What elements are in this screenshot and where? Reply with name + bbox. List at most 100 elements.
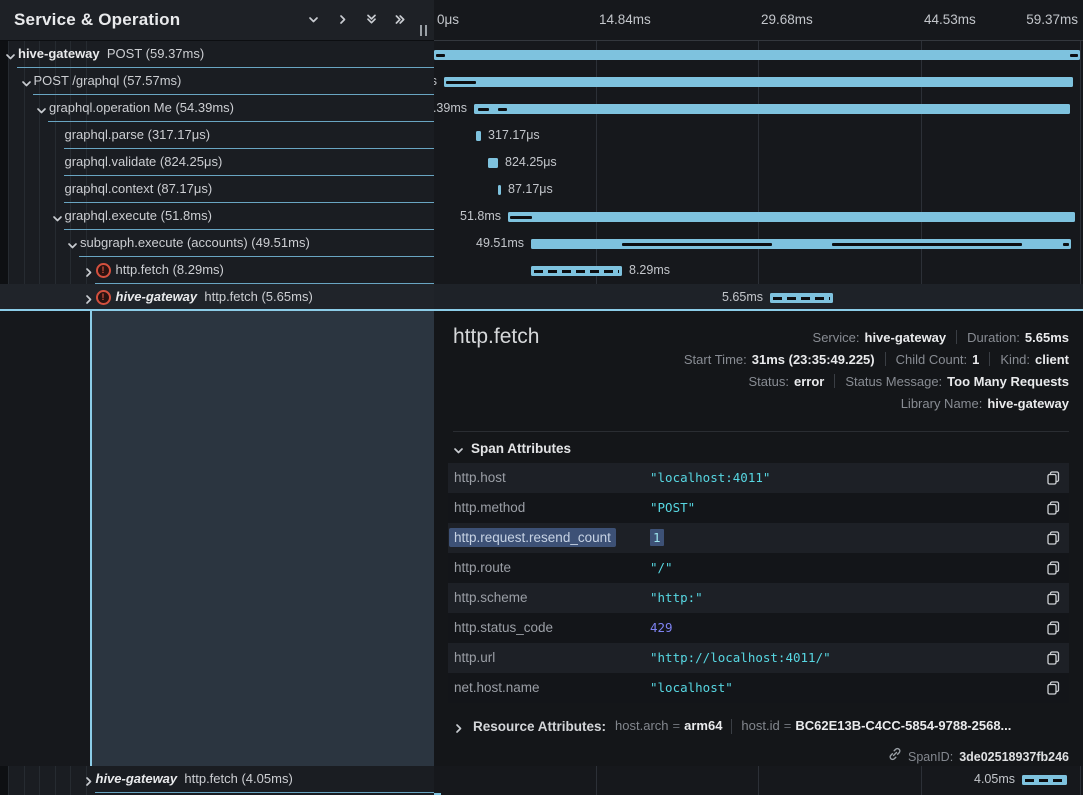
chevron-down-icon: [453, 443, 464, 454]
span-bar[interactable]: [434, 50, 1080, 60]
meta-item: Duration: 5.65ms: [967, 330, 1069, 345]
meta-item: Library Name:hive-gateway: [901, 396, 1069, 411]
span-tree-row[interactable]: subgraph.execute (accounts) (49.51ms): [0, 230, 434, 257]
attribute-row[interactable]: http.url"http://localhost:4011/": [448, 643, 1069, 673]
copy-icon[interactable]: [1047, 591, 1060, 605]
meta-item: Start Time:31ms (23:35:49.225): [684, 352, 875, 367]
span-bar[interactable]: [1022, 775, 1067, 785]
chevron-down-icon[interactable]: [67, 238, 78, 249]
attribute-row[interactable]: http.scheme"http:": [448, 583, 1069, 613]
copy-icon[interactable]: [1047, 531, 1060, 545]
span-duration-label: 5.65ms: [722, 290, 763, 304]
span-duration-label: 54.39ms: [434, 101, 467, 115]
span-attributes-toggle[interactable]: Span Attributes: [453, 441, 571, 456]
chevron-down-icon[interactable]: [36, 103, 47, 114]
span-tree-row[interactable]: POST /graphql (57.57ms): [0, 68, 434, 95]
meta-value: hive-gateway: [987, 396, 1069, 411]
span-bar[interactable]: [474, 104, 1070, 114]
attribute-key: http.route: [454, 560, 511, 575]
child-span-marker: [436, 54, 445, 57]
span-bar[interactable]: [531, 266, 622, 276]
span-bar[interactable]: [476, 131, 481, 141]
attribute-row[interactable]: http.status_code429: [448, 613, 1069, 643]
attribute-row[interactable]: http.host"localhost:4011": [448, 463, 1069, 493]
meta-value: error: [794, 374, 824, 389]
separator: [453, 431, 1069, 432]
copy-icon[interactable]: [1047, 621, 1060, 635]
span-tree-row[interactable]: hive-gateway http.fetch (4.05ms): [0, 766, 434, 793]
timeline-row[interactable]: 51.8ms: [434, 203, 1083, 230]
span-tree-row[interactable]: !http.fetch (8.29ms): [0, 257, 434, 284]
timeline-row[interactable]: 54.39ms: [434, 95, 1083, 122]
copy-icon[interactable]: [1047, 501, 1060, 515]
meta-label: Duration:: [967, 330, 1020, 345]
error-icon: !: [96, 290, 111, 305]
span-tree-row[interactable]: !hive-gateway http.fetch (5.65ms): [0, 284, 434, 311]
copy-icon[interactable]: [1047, 651, 1060, 665]
child-span-marker: [622, 243, 772, 246]
chevron-right-icon[interactable]: [83, 292, 94, 303]
span-meta-line: Status:errorStatus Message:Too Many Requ…: [749, 372, 1070, 390]
span-id-value: 3de02518937fb246: [959, 750, 1069, 764]
equals-sign: =: [673, 718, 681, 733]
timeline-row[interactable]: 49.51ms: [434, 230, 1083, 257]
chevron-down-icon[interactable]: [5, 49, 16, 60]
timeline-row[interactable]: 824.25μs: [434, 149, 1083, 176]
span-tree-row[interactable]: graphql.validate (824.25μs): [0, 149, 434, 176]
resource-attributes-header: Resource Attributes:: [473, 719, 606, 734]
resource-key: host.id: [741, 718, 779, 733]
timeline-row[interactable]: 5.65ms: [434, 284, 1083, 311]
link-icon[interactable]: [888, 747, 902, 766]
copy-icon[interactable]: [1047, 471, 1060, 485]
span-tree-row[interactable]: graphql.operation Me (54.39ms): [0, 95, 434, 122]
span-row-label: graphql.context (87.17μs): [65, 181, 213, 196]
child-span-marker: [1063, 243, 1069, 246]
resource-key: host.arch: [615, 718, 668, 733]
meta-divider: [989, 352, 990, 366]
copy-icon[interactable]: [1047, 561, 1060, 575]
timeline-row[interactable]: 57.57ms: [434, 68, 1083, 95]
timeline-row[interactable]: 4.05ms: [434, 766, 1083, 793]
operation-duration: http.fetch (8.29ms): [116, 262, 224, 277]
span-bar[interactable]: [498, 185, 501, 195]
attribute-row[interactable]: http.request.resend_count1: [448, 523, 1069, 553]
double-chevron-down-icon[interactable]: [366, 14, 382, 28]
attribute-row[interactable]: http.method"POST": [448, 493, 1069, 523]
span-bar[interactable]: [770, 293, 833, 303]
child-span-marker: [832, 243, 1022, 246]
chevron-down-icon[interactable]: [52, 211, 63, 222]
span-bar[interactable]: [508, 212, 1075, 222]
meta-item: Child Count:1: [896, 352, 980, 367]
span-bar[interactable]: [444, 77, 1073, 87]
span-tree-row[interactable]: graphql.execute (51.8ms): [0, 203, 434, 230]
meta-label: Status Message:: [845, 374, 942, 389]
trace-viewer: 0μs14.84ms29.68ms44.53ms59.37ms 59.37ms5…: [0, 0, 1083, 795]
span-tree-row[interactable]: hive-gateway POST (59.37ms): [0, 41, 434, 68]
tree-lower-background: [0, 311, 90, 766]
chevron-right-icon[interactable]: [83, 774, 94, 785]
operation-duration: POST /graphql (57.57ms): [34, 73, 182, 88]
timeline-row[interactable]: 59.37ms: [434, 41, 1083, 68]
chevron-down-icon[interactable]: [308, 14, 324, 28]
chevron-right-icon[interactable]: [83, 265, 94, 276]
double-chevron-right-icon[interactable]: [395, 14, 411, 28]
span-row-label: graphql.operation Me (54.39ms): [49, 100, 234, 115]
timeline-row[interactable]: 317.17μs: [434, 122, 1083, 149]
attribute-row[interactable]: http.route"/": [448, 553, 1069, 583]
span-tree-row[interactable]: graphql.parse (317.17μs): [0, 122, 434, 149]
span-row-label: hive-gateway POST (59.37ms): [18, 46, 204, 61]
span-tree-row[interactable]: graphql.context (87.17μs): [0, 176, 434, 203]
chevron-down-icon[interactable]: [21, 76, 32, 87]
meta-item: Status Message:Too Many Requests: [845, 374, 1069, 389]
ruler-tick: 44.53ms: [924, 12, 976, 27]
meta-value: 5.65ms: [1025, 330, 1069, 345]
chevron-right-icon[interactable]: [337, 14, 353, 28]
copy-icon[interactable]: [1047, 681, 1060, 695]
span-bar[interactable]: [488, 158, 498, 168]
attribute-row[interactable]: net.host.name"localhost": [448, 673, 1069, 703]
resource-attributes-row[interactable]: Resource Attributes: host.arch=arm64host…: [453, 717, 1011, 735]
timeline-row[interactable]: 8.29ms: [434, 257, 1083, 284]
panel-resize-handle[interactable]: [419, 25, 429, 36]
attribute-value: "localhost": [650, 680, 733, 695]
timeline-row[interactable]: 87.17μs: [434, 176, 1083, 203]
